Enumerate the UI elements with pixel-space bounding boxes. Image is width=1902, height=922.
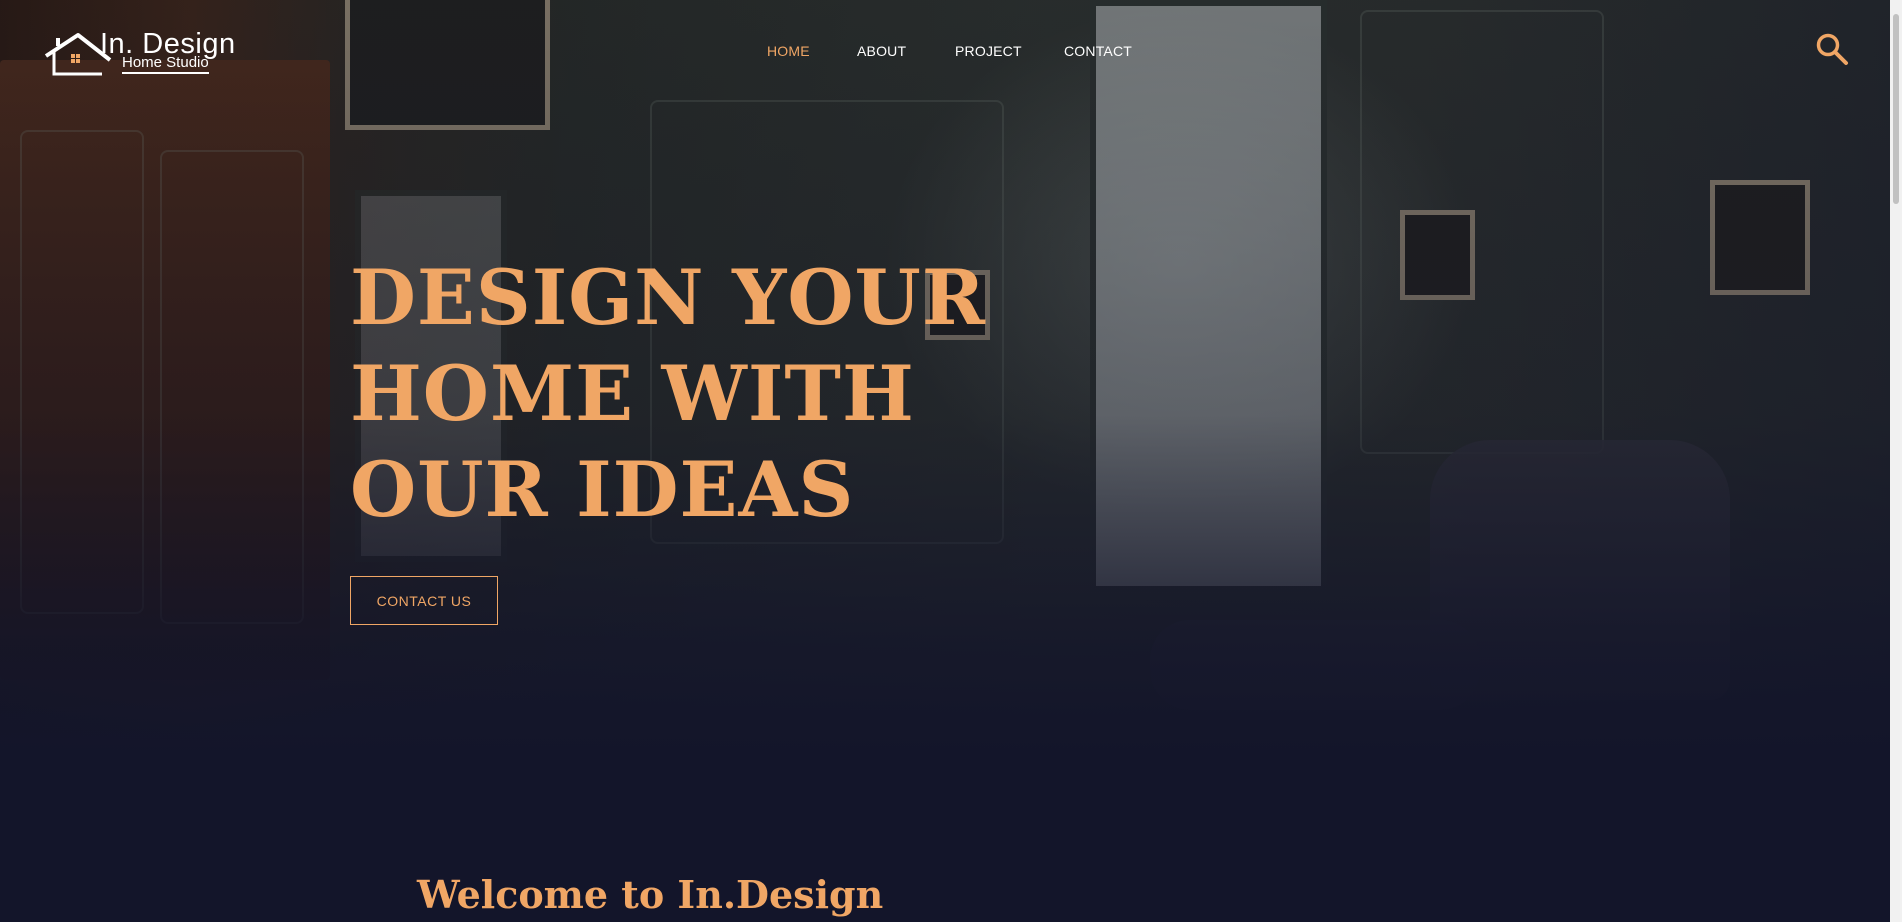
- contact-us-button[interactable]: CONTACT US: [350, 576, 498, 625]
- hero-title-line-2: HOME WITH: [350, 349, 915, 438]
- search-icon: [1816, 33, 1848, 65]
- hero-title-line-3: OUR IDEAS: [350, 445, 855, 534]
- search-button[interactable]: [1815, 32, 1849, 66]
- scrollbar-thumb[interactable]: [1893, 14, 1899, 204]
- page-scrollbar[interactable]: [1890, 0, 1902, 922]
- hero-title: DESIGN YOUR HOME WITH OUR IDEAS: [350, 250, 1050, 538]
- nav-contact[interactable]: CONTACT: [1064, 43, 1132, 59]
- logo-subtitle: Home Studio: [122, 55, 209, 74]
- nav-about[interactable]: ABOUT: [857, 43, 906, 59]
- welcome-heading: Welcome to In.Design: [417, 872, 884, 917]
- nav-home[interactable]: HOME: [767, 43, 810, 59]
- nav-project[interactable]: PROJECT: [955, 43, 1022, 59]
- logo[interactable]: In. Design Home Studio: [44, 28, 254, 78]
- hero-title-line-1: DESIGN YOUR: [350, 253, 986, 342]
